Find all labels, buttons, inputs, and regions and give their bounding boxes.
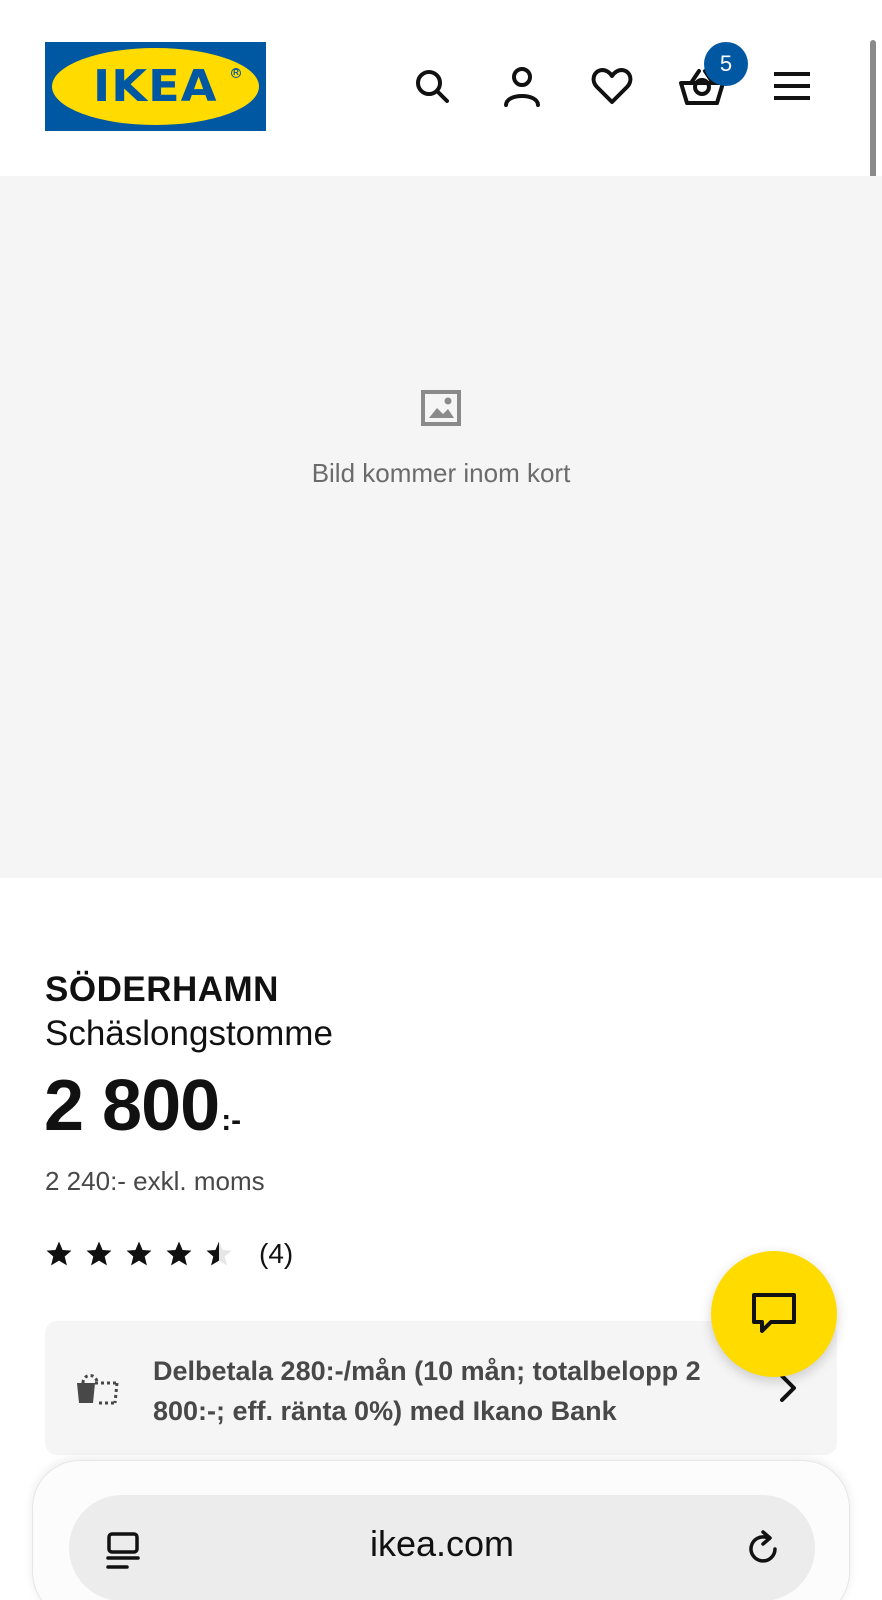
star-icon — [86, 1241, 112, 1266]
review-count[interactable]: (4) — [259, 1238, 293, 1270]
price-suffix: :- — [221, 1104, 242, 1137]
ikea-logo[interactable]: IKEA R — [45, 42, 266, 131]
installment-text: Delbetala 280:-/mån (10 mån; totalbelopp… — [153, 1356, 701, 1426]
cart-count-badge: 5 — [704, 42, 748, 86]
chevron-right-icon — [779, 1373, 797, 1408]
star-icon — [206, 1241, 232, 1266]
product-image-placeholder[interactable] — [0, 176, 882, 878]
heart-icon[interactable] — [588, 62, 636, 110]
site-header: IKEA R 5 — [0, 0, 882, 176]
rating-stars[interactable]: (4) — [45, 1238, 293, 1270]
image-placeholder-text: Bild kommer inom kort — [311, 458, 571, 488]
registered-mark: R — [231, 68, 241, 78]
price-amount: 2 800 — [44, 1066, 220, 1146]
account-icon[interactable] — [498, 62, 546, 110]
reload-icon[interactable] — [743, 1529, 783, 1574]
menu-icon[interactable] — [768, 62, 816, 110]
price-excl-vat: 2 240:- exkl. moms — [45, 1166, 265, 1196]
installment-icon — [75, 1369, 121, 1412]
stars-container — [45, 1240, 245, 1268]
product-price: 2 800 :- — [44, 1070, 241, 1142]
star-icon — [166, 1241, 192, 1266]
product-description: Schäslongstomme — [45, 1014, 333, 1053]
product-name: SÖDERHAMN — [45, 970, 279, 1009]
logo-oval: IKEA R — [52, 48, 259, 125]
chat-bubble-icon — [752, 1293, 796, 1333]
logo-text: IKEA — [93, 61, 218, 112]
search-icon[interactable] — [408, 62, 456, 110]
browser-toolbar: ikea.com — [32, 1460, 850, 1600]
star-icon — [126, 1241, 152, 1266]
star-icon — [46, 1241, 72, 1266]
address-bar[interactable]: ikea.com — [69, 1495, 815, 1600]
image-placeholder-icon — [421, 390, 461, 431]
chat-button[interactable] — [711, 1251, 837, 1377]
url-text: ikea.com — [369, 1523, 515, 1564]
